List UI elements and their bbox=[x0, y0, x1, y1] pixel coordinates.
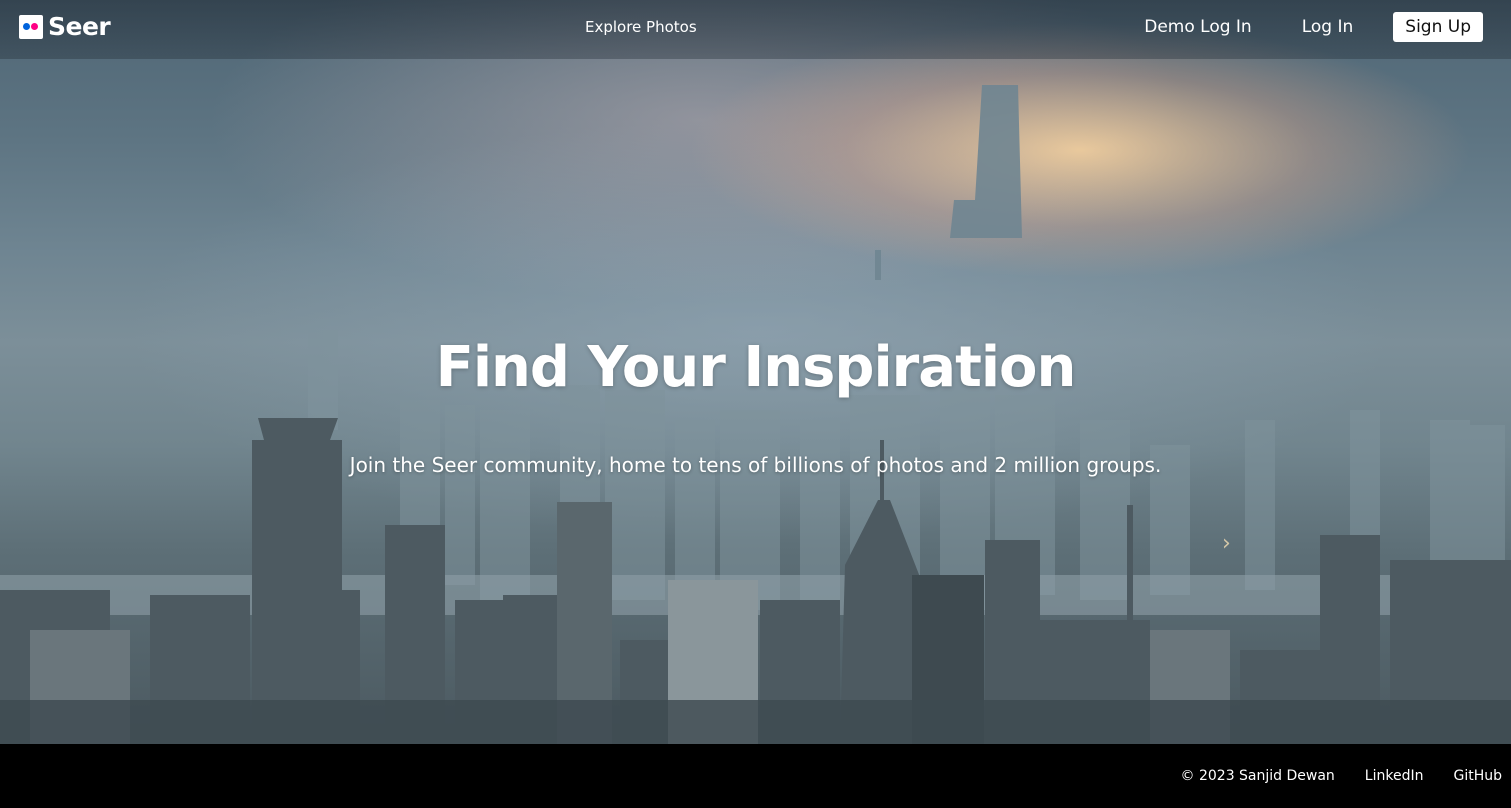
footer: © 2023 Sanjid Dewan LinkedIn GitHub bbox=[0, 744, 1511, 808]
brand-logo[interactable]: Seer bbox=[19, 12, 111, 41]
github-link[interactable]: GitHub bbox=[1453, 768, 1502, 784]
demo-login-link[interactable]: Demo Log In bbox=[1144, 12, 1251, 42]
logo-pink-dot bbox=[31, 23, 38, 30]
seer-logo-icon bbox=[19, 15, 43, 39]
hero-subtitle: Join the Seer community, home to tens of… bbox=[349, 453, 1162, 477]
footer-links: © 2023 Sanjid Dewan LinkedIn GitHub bbox=[1181, 768, 1502, 784]
logo-blue-dot bbox=[23, 23, 30, 30]
hero-title: Find Your Inspiration bbox=[435, 335, 1077, 400]
auth-navigation: Demo Log In Log In Sign Up bbox=[1144, 12, 1483, 42]
top-navigation-bar: Seer Explore Photos Demo Log In Log In S… bbox=[0, 0, 1511, 59]
signup-button[interactable]: Sign Up bbox=[1393, 12, 1483, 42]
brand-name: Seer bbox=[48, 12, 111, 41]
login-link[interactable]: Log In bbox=[1302, 12, 1354, 42]
copyright-text: © 2023 Sanjid Dewan bbox=[1180, 768, 1335, 784]
explore-photos-link[interactable]: Explore Photos bbox=[585, 18, 697, 36]
linkedin-link[interactable]: LinkedIn bbox=[1365, 768, 1424, 784]
chevron-right-icon[interactable]: › bbox=[1222, 533, 1244, 555]
